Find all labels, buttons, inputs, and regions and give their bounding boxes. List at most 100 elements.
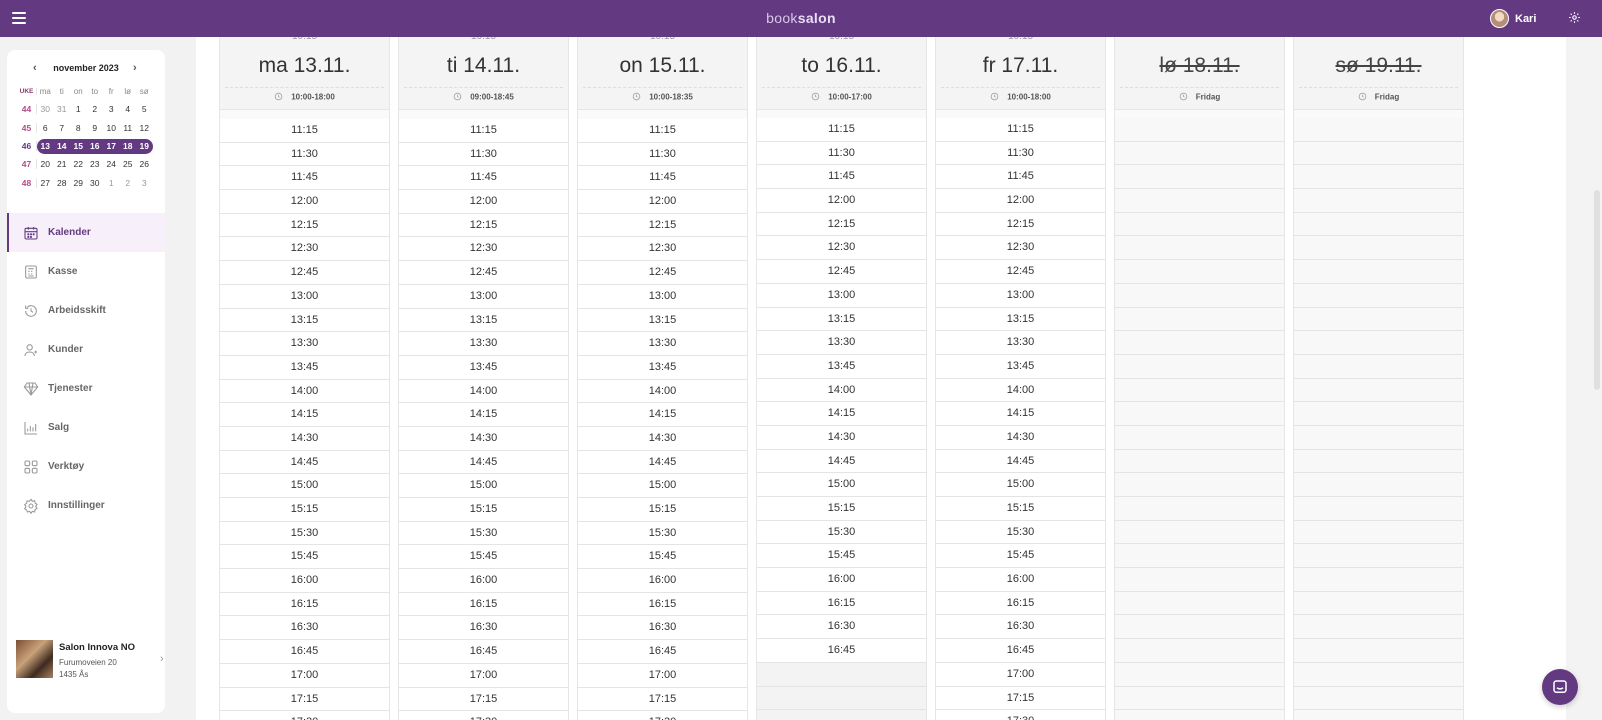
time-slot[interactable]: 12:45: [399, 261, 568, 285]
time-slot[interactable]: 15:00: [936, 473, 1105, 497]
time-slot[interactable]: 16:00: [936, 568, 1105, 592]
time-slot[interactable]: 15:30: [578, 521, 747, 546]
time-slot[interactable]: 14:45: [220, 450, 389, 475]
time-slot[interactable]: 12:00: [757, 189, 926, 213]
calendar-day[interactable]: 6: [37, 123, 54, 133]
time-slot[interactable]: 13:00: [757, 283, 926, 308]
time-slot[interactable]: 13:30: [757, 331, 926, 355]
time-slot[interactable]: 13:30: [936, 331, 1105, 355]
week-number[interactable]: 46: [17, 141, 37, 152]
calendar-day[interactable]: 1: [103, 178, 120, 188]
time-slot[interactable]: 12:15: [757, 212, 926, 237]
time-slot[interactable]: 14:00: [399, 379, 568, 404]
time-slot[interactable]: 13:30: [399, 332, 568, 356]
time-slot[interactable]: 17:15: [578, 687, 747, 712]
calendar-day[interactable]: 21: [54, 159, 71, 169]
day-header[interactable]: lø 18.11. Fridag: [1115, 37, 1284, 110]
calendar-day[interactable]: 28: [54, 178, 71, 188]
time-slot[interactable]: 15:45: [757, 544, 926, 569]
time-slot[interactable]: 16:30: [757, 615, 926, 640]
time-slot[interactable]: 15:30: [220, 521, 389, 546]
time-slot[interactable]: 17:30: [936, 710, 1105, 720]
calendar-day[interactable]: 14: [54, 141, 71, 151]
time-slot[interactable]: 12:30: [936, 236, 1105, 261]
time-slot[interactable]: 11:45: [936, 165, 1105, 190]
calendar-day[interactable]: 11: [120, 123, 137, 133]
time-slot[interactable]: 11:15: [757, 118, 926, 142]
nav-item-tjenester[interactable]: Tjenester: [7, 369, 165, 408]
chat-button[interactable]: [1542, 669, 1578, 705]
calendar-day[interactable]: 3: [103, 104, 120, 114]
time-slot[interactable]: 13:15: [757, 307, 926, 332]
time-slot[interactable]: 15:30: [757, 520, 926, 545]
nav-item-innstillinger[interactable]: Innstillinger: [7, 486, 165, 525]
time-slot[interactable]: 16:30: [936, 615, 1105, 640]
time-slot[interactable]: 16:00: [578, 569, 747, 593]
time-slot[interactable]: 15:00: [399, 474, 568, 498]
time-slot[interactable]: 14:45: [936, 449, 1105, 474]
time-slot[interactable]: 17:00: [220, 663, 389, 688]
time-slot[interactable]: 14:00: [936, 378, 1105, 403]
time-slot[interactable]: 11:30: [220, 142, 389, 167]
time-slot[interactable]: 16:15: [936, 591, 1105, 616]
time-slot[interactable]: 14:15: [399, 403, 568, 427]
time-slot[interactable]: 14:00: [220, 379, 389, 404]
menu-icon[interactable]: [12, 12, 26, 24]
calendar-day[interactable]: 19: [136, 141, 153, 151]
time-slot[interactable]: 17:30: [220, 711, 389, 720]
time-slot[interactable]: 16:15: [399, 592, 568, 617]
time-slot[interactable]: 17:30: [578, 711, 747, 720]
time-slot[interactable]: 15:30: [399, 521, 568, 546]
time-slot[interactable]: 11:30: [578, 142, 747, 167]
chevron-right-icon[interactable]: ›: [133, 62, 137, 74]
time-slot[interactable]: 12:45: [757, 260, 926, 284]
time-slot[interactable]: 14:30: [399, 426, 568, 451]
time-slot[interactable]: 13:45: [757, 354, 926, 379]
time-slot[interactable]: 17:00: [399, 663, 568, 688]
calendar-day[interactable]: 22: [70, 159, 87, 169]
calendar-day[interactable]: 20: [37, 159, 54, 169]
nav-item-verktoy[interactable]: Verktøy: [7, 447, 165, 486]
week-number[interactable]: 44: [17, 104, 37, 115]
nav-item-kalender[interactable]: Kalender: [7, 213, 165, 252]
nav-item-kunder[interactable]: Kunder: [7, 330, 165, 369]
calendar-day[interactable]: 3: [136, 178, 153, 188]
calendar-day[interactable]: 12: [136, 123, 153, 133]
time-slot[interactable]: 15:00: [757, 473, 926, 497]
week-number[interactable]: 48: [17, 177, 37, 188]
time-slot[interactable]: 12:30: [399, 237, 568, 262]
calendar-day[interactable]: 27: [37, 178, 54, 188]
time-slot[interactable]: 13:45: [578, 355, 747, 380]
time-slot[interactable]: 11:15: [578, 119, 747, 143]
time-slot[interactable]: 14:15: [578, 403, 747, 427]
time-slot[interactable]: 11:45: [578, 166, 747, 191]
calendar-day[interactable]: 1: [70, 104, 87, 114]
calendar-day[interactable]: 16: [87, 141, 104, 151]
time-slot[interactable]: 14:15: [936, 402, 1105, 426]
day-header[interactable]: 10:15 fr 17.11. 10:00-18:00: [936, 37, 1105, 110]
nav-item-arbeidsskift[interactable]: Arbeidsskift: [7, 291, 165, 330]
time-slot[interactable]: 17:00: [578, 663, 747, 688]
calendar-day[interactable]: 13: [37, 141, 54, 151]
time-slot[interactable]: 15:45: [578, 545, 747, 570]
time-slot[interactable]: 12:15: [220, 213, 389, 238]
time-slot[interactable]: 13:00: [578, 284, 747, 309]
time-slot[interactable]: 16:30: [220, 616, 389, 641]
calendar-day[interactable]: 25: [120, 159, 137, 169]
time-slot[interactable]: 16:45: [757, 639, 926, 663]
time-slot[interactable]: 12:00: [399, 190, 568, 214]
day-header[interactable]: 10:15 to 16.11. 10:00-17:00: [757, 37, 926, 110]
time-slot[interactable]: 16:30: [578, 616, 747, 641]
time-slot[interactable]: 11:30: [757, 141, 926, 166]
time-slot[interactable]: 15:30: [936, 520, 1105, 545]
time-slot[interactable]: 16:45: [578, 640, 747, 664]
time-slot[interactable]: 14:00: [578, 379, 747, 404]
time-slot[interactable]: 11:45: [399, 166, 568, 191]
time-slot[interactable]: 13:45: [220, 355, 389, 380]
time-slot[interactable]: 15:00: [220, 474, 389, 498]
time-slot[interactable]: 11:45: [757, 165, 926, 190]
calendar-day[interactable]: 7: [54, 123, 71, 133]
time-slot[interactable]: 17:15: [220, 687, 389, 712]
time-slot[interactable]: 12:30: [578, 237, 747, 262]
calendar-day[interactable]: 31: [54, 104, 71, 114]
